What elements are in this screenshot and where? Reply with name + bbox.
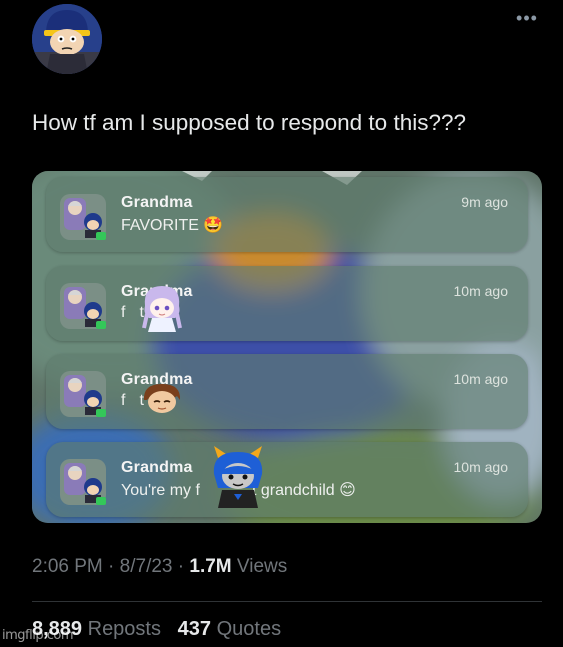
smiling-emoji-icon: 😊 bbox=[339, 482, 356, 499]
notification-message-start: f bbox=[121, 304, 126, 321]
separator: · bbox=[102, 556, 120, 577]
notification-card[interactable]: Grandma ft 10m ago bbox=[46, 354, 528, 429]
notification-time: 10m ago bbox=[453, 283, 508, 299]
grandma-avatar-icon bbox=[60, 459, 106, 505]
lavender-hair-character-sticker-icon bbox=[142, 286, 182, 332]
grandma-avatar-icon bbox=[60, 371, 106, 417]
brown-hair-character-sticker-icon bbox=[143, 384, 181, 413]
imgflip-watermark: imgflip.com bbox=[2, 628, 73, 643]
notification-time: 9m ago bbox=[461, 194, 508, 210]
avatar-character-icon bbox=[32, 4, 102, 74]
tweet-text: How tf am I supposed to respond to this?… bbox=[32, 110, 467, 135]
notification-time: 10m ago bbox=[453, 371, 508, 387]
notification-sender: Grandma bbox=[121, 194, 193, 211]
avatar[interactable] bbox=[32, 4, 102, 74]
quotes-label: Quotes bbox=[211, 618, 282, 640]
tweet-time[interactable]: 2:06 PM bbox=[32, 556, 103, 577]
star-struck-emoji-icon: 🤩 bbox=[203, 217, 224, 234]
tweet-media-image[interactable]: Grandma FAVORITE 🤩 9m ago Grandma ft 10m… bbox=[32, 171, 542, 523]
views-count: 1.7M bbox=[189, 556, 232, 577]
notification-card[interactable]: Grandma You're my ft grandchild 😊 10m ag… bbox=[46, 442, 528, 517]
blue-haired-troll-sticker-icon bbox=[213, 446, 263, 508]
tweet-timestamp-views: 2:06 PM · 8/7/23 · 1.7M Views bbox=[32, 556, 287, 578]
notification-card[interactable]: Grandma ft 10m ago bbox=[46, 266, 528, 341]
views-label: Views bbox=[231, 556, 288, 577]
grandma-avatar-icon bbox=[60, 194, 106, 240]
reposts-label: Reposts bbox=[82, 618, 161, 640]
notification-message-start: You're my f bbox=[121, 482, 200, 499]
separator: · bbox=[172, 556, 190, 577]
divider bbox=[32, 601, 542, 602]
notification-message: FAVORITE 🤩 bbox=[121, 215, 223, 235]
notification-message-text: FAVORITE bbox=[121, 217, 199, 234]
notification-card[interactable]: Grandma FAVORITE 🤩 9m ago bbox=[46, 177, 528, 252]
more-options-button[interactable]: ••• bbox=[512, 8, 542, 30]
notification-sender: Grandma bbox=[121, 459, 193, 476]
notification-time: 10m ago bbox=[453, 459, 508, 475]
quotes-count: 437 bbox=[177, 618, 212, 640]
grandma-avatar-icon bbox=[60, 283, 106, 329]
ellipsis-icon: ••• bbox=[516, 8, 538, 28]
tweet-date[interactable]: 8/7/23 bbox=[120, 556, 173, 577]
notification-message-start: f bbox=[121, 392, 126, 409]
quotes-link[interactable]: 437 Quotes bbox=[178, 618, 281, 640]
